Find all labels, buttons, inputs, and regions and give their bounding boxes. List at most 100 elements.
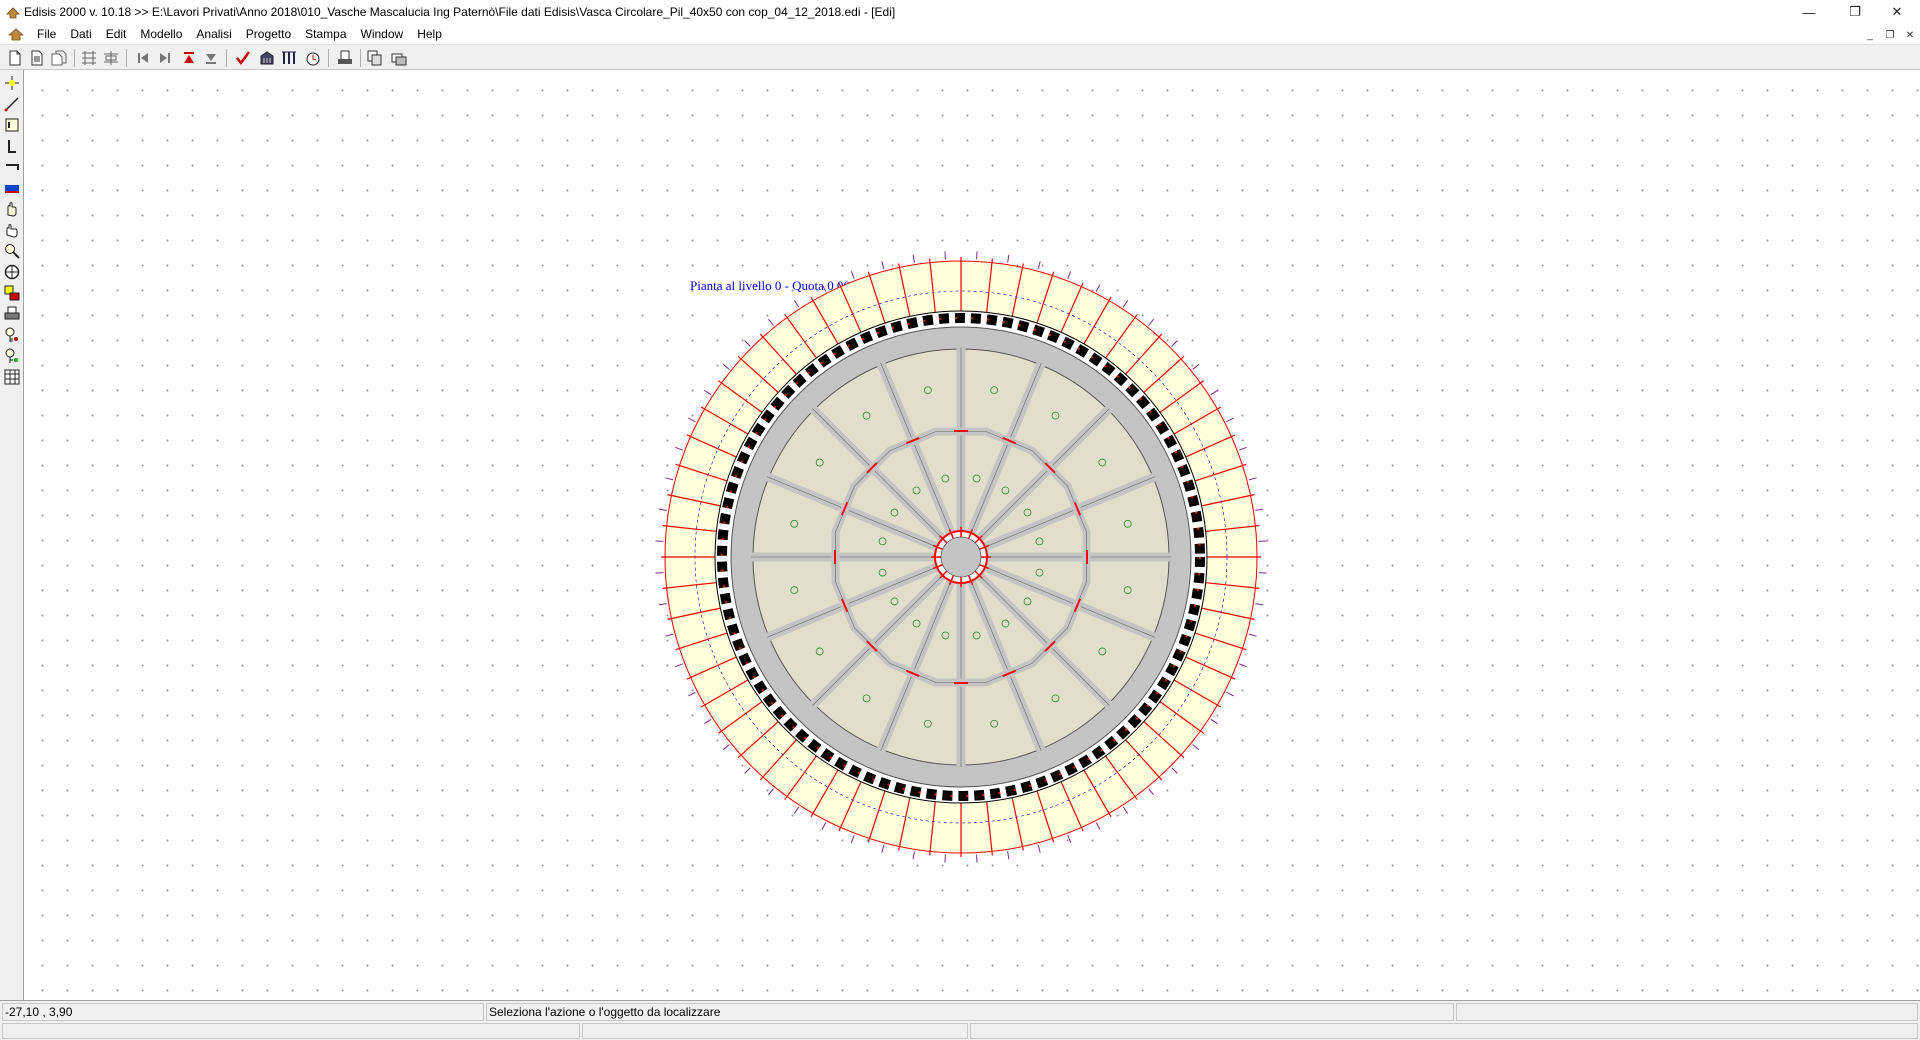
perimeter-tick	[1248, 477, 1257, 481]
key-icon[interactable]	[3, 326, 21, 344]
menu-edit[interactable]: Edit	[99, 24, 134, 44]
slab-icon[interactable]	[3, 179, 21, 197]
perimeter-tick	[1239, 663, 1247, 668]
grid-table-icon[interactable]	[3, 368, 21, 386]
window-title: Edisis 2000 v. 10.18 >> E:\Lavori Privat…	[24, 5, 896, 19]
perimeter-tick	[768, 788, 774, 796]
menu-bar: File Dati Edit Modello Analisi Progetto …	[0, 24, 1920, 44]
menu-dati[interactable]: Dati	[63, 24, 98, 44]
printer-icon[interactable]	[3, 305, 21, 323]
main-toolbar	[0, 44, 1920, 70]
title-bar: Edisis 2000 v. 10.18 >> E:\Lavori Privat…	[0, 0, 1920, 24]
perimeter-tick	[665, 477, 674, 481]
layer-icon[interactable]	[3, 284, 21, 302]
perimeter-tick	[1171, 340, 1178, 347]
central-column-core	[940, 536, 982, 578]
beam-icon[interactable]	[3, 116, 21, 134]
perimeter-tick	[1037, 844, 1041, 853]
drawing-canvas[interactable]: Pianta al livello 0 - Quota 0.00 m.	[24, 70, 1920, 1000]
perimeter-tick	[744, 767, 751, 774]
toolbar-separator	[328, 49, 329, 67]
copy-file-icon[interactable]	[50, 49, 68, 67]
first-icon[interactable]	[134, 49, 152, 67]
perimeter-tick	[1226, 417, 1234, 423]
grid-icon[interactable]	[80, 49, 98, 67]
perimeter-tick	[688, 691, 696, 697]
perimeter-tick	[793, 300, 800, 308]
menu-help[interactable]: Help	[410, 24, 449, 44]
perimeter-tick	[744, 340, 751, 347]
hand-icon[interactable]	[3, 200, 21, 218]
plan-drawing[interactable]	[24, 70, 1920, 1000]
restore-button[interactable]: ❐	[1832, 0, 1878, 24]
status-extra	[1456, 1003, 1918, 1021]
perimeter-tick	[1255, 603, 1264, 606]
perimeter-tick	[1007, 851, 1010, 860]
target-icon[interactable]	[3, 263, 21, 281]
mdi-restore-button[interactable]: ❐	[1882, 28, 1898, 42]
menu-stampa[interactable]: Stampa	[298, 24, 353, 44]
perimeter-tick	[1210, 389, 1218, 396]
perimeter-tick	[1067, 835, 1072, 843]
perimeter-tick	[1037, 261, 1041, 270]
minimize-button[interactable]: —	[1786, 0, 1832, 24]
status-coordinates: -27,10 , 3,90	[2, 1003, 484, 1021]
toolbar-separator	[360, 49, 361, 67]
copy-icon[interactable]	[366, 49, 384, 67]
menu-modello[interactable]: Modello	[133, 24, 189, 44]
perimeter-tick	[1067, 271, 1072, 279]
last-icon[interactable]	[156, 49, 174, 67]
perimeter-tick	[793, 806, 800, 814]
layers-icon[interactable]	[390, 49, 408, 67]
perimeter-tick	[1210, 718, 1218, 725]
node-icon[interactable]	[3, 74, 21, 92]
toolbar-separator	[226, 49, 227, 67]
close-button[interactable]: ✕	[1874, 0, 1920, 24]
perimeter-tick	[704, 389, 712, 396]
perimeter-tick	[665, 633, 674, 637]
key-alt-icon[interactable]	[3, 347, 21, 365]
perimeter-tick	[658, 508, 667, 511]
new-file-icon[interactable]	[6, 49, 24, 67]
perimeter-tick	[1148, 318, 1154, 326]
menu-progetto[interactable]: Progetto	[239, 24, 298, 44]
print-preview-icon[interactable]	[336, 49, 354, 67]
perimeter-tick	[850, 271, 855, 279]
mdi-minimize-button[interactable]: _	[1862, 28, 1878, 42]
perimeter-tick	[1239, 446, 1247, 451]
perimeter-tick	[704, 718, 712, 725]
wall-icon[interactable]	[3, 158, 21, 176]
document-icon[interactable]	[8, 27, 24, 41]
perimeter-tick	[675, 663, 683, 668]
perimeter-tick	[675, 446, 683, 451]
menu-window[interactable]: Window	[354, 24, 411, 44]
menu-analisi[interactable]: Analisi	[189, 24, 238, 44]
perimeter-tick	[1192, 744, 1200, 750]
check-icon[interactable]	[234, 49, 252, 67]
status-pane	[2, 1023, 580, 1039]
down-icon[interactable]	[202, 49, 220, 67]
perimeter-tick	[768, 318, 774, 326]
mdi-close-button[interactable]: ✕	[1902, 28, 1918, 42]
perimeter-tick	[821, 284, 827, 292]
column-icon[interactable]	[3, 137, 21, 155]
building-icon[interactable]	[258, 49, 276, 67]
open-file-icon[interactable]	[28, 49, 46, 67]
status-bar: -27,10 , 3,90 Seleziona l'azione o l'ogg…	[0, 1000, 1920, 1040]
perimeter-tick	[1095, 284, 1101, 292]
columns-icon[interactable]	[280, 49, 298, 67]
perimeter-tick	[1007, 254, 1010, 263]
perimeter-tick	[1148, 788, 1154, 796]
perimeter-tick	[881, 844, 885, 853]
perimeter-tick	[658, 603, 667, 606]
perimeter-tick	[1095, 822, 1101, 830]
pan-icon[interactable]	[3, 221, 21, 239]
clock-icon[interactable]	[304, 49, 322, 67]
zoom-icon[interactable]	[3, 242, 21, 260]
menu-file[interactable]: File	[30, 24, 63, 44]
line-icon[interactable]	[3, 95, 21, 113]
grid-alt-icon[interactable]	[102, 49, 120, 67]
perimeter-tick	[1226, 691, 1234, 697]
up-red-icon[interactable]	[180, 49, 198, 67]
perimeter-tick	[688, 417, 696, 423]
